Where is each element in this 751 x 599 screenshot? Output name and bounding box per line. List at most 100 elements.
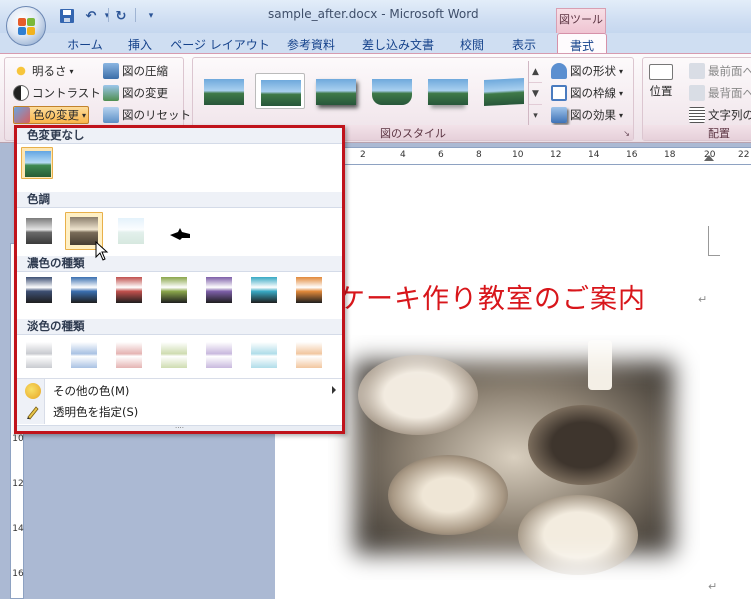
style-thumb[interactable]: [367, 73, 417, 109]
bring-front-button[interactable]: 最前面へ: [689, 62, 751, 80]
ribbon-tabs: ホーム 挿入 ページ レイアウト 参考資料 差し込み文書 校閲 表示 書式: [0, 33, 751, 53]
text-wrap-icon: [689, 107, 705, 123]
swatch-dark-4[interactable]: [158, 274, 190, 306]
swatch-light-5[interactable]: [203, 339, 235, 371]
swatch-light-2[interactable]: [68, 339, 100, 371]
tab-format[interactable]: 書式: [557, 33, 607, 53]
paragraph-mark-icon: ↵: [708, 580, 718, 593]
vruler-number: 16: [12, 569, 24, 579]
dialog-launcher-icon[interactable]: ↘: [623, 129, 630, 138]
hruler-number: 4: [400, 150, 406, 160]
office-button[interactable]: [6, 6, 46, 46]
text-wrap-button[interactable]: 文字列の: [689, 106, 751, 124]
recolor-menu: 色変更なし 色調 濃色の種類 淡色の種類 その他の色(M) 透明色を指定(S) …: [14, 125, 345, 434]
hruler-number: 16: [626, 150, 638, 160]
vruler-number: 14: [12, 524, 24, 534]
redo-icon[interactable]: ↻: [112, 7, 130, 25]
change-picture-label: 図の変更: [122, 86, 168, 100]
reset-picture-button[interactable]: 図のリセット: [103, 106, 191, 124]
gallery-down-icon[interactable]: ▼: [529, 83, 542, 105]
swatch-dark-1[interactable]: [23, 274, 55, 306]
hruler-number: 14: [588, 150, 600, 160]
set-transparent-color-item[interactable]: 透明色を指定(S): [17, 402, 342, 422]
gallery-more-icon[interactable]: ▾: [529, 105, 542, 127]
swatch-light-3[interactable]: [113, 339, 145, 371]
tab-home[interactable]: ホーム: [60, 33, 110, 53]
contrast-label: コントラスト: [32, 86, 101, 100]
shape-icon: [551, 63, 567, 79]
swatch-light-6[interactable]: [248, 339, 280, 371]
swatch-no-recolor[interactable]: [21, 147, 53, 179]
reset-picture-label: 図のリセット: [122, 108, 191, 122]
save-icon[interactable]: [58, 7, 76, 25]
swatch-dark-7[interactable]: [293, 274, 325, 306]
tab-references[interactable]: 参考資料: [278, 33, 344, 53]
swatch-dark-2[interactable]: [68, 274, 100, 306]
swatch-black-and-white[interactable]: [163, 215, 195, 247]
vruler-number: 12: [12, 479, 24, 489]
compress-pictures-button[interactable]: 図の圧縮: [103, 62, 168, 80]
indent-marker-icon[interactable]: [704, 155, 714, 161]
swatch-preview: [206, 277, 232, 303]
tab-page-layout[interactable]: ページ レイアウト: [170, 33, 270, 53]
position-icon: [649, 64, 673, 80]
swatch-light-4[interactable]: [158, 339, 190, 371]
arrange-group-label: 配置: [643, 125, 751, 140]
position-button[interactable]: 位置: [649, 64, 673, 114]
set-transparent-label: 透明色を指定(S): [53, 405, 139, 419]
gallery-up-icon[interactable]: ▲: [529, 61, 542, 83]
picture-shape-button[interactable]: 図の形状 ▾: [551, 62, 623, 80]
menu-resize-grip[interactable]: ····: [17, 425, 342, 432]
style-thumb[interactable]: [311, 73, 361, 109]
submenu-arrow-icon: [332, 386, 336, 394]
swatch-preview: [71, 342, 97, 368]
photo-vignette: [328, 335, 700, 580]
document-heading[interactable]: ケーキ作り教室のご案内: [338, 277, 646, 316]
recolor-label: 色の変更: [33, 108, 79, 122]
swatch-preview: [296, 342, 322, 368]
gallery-scroll[interactable]: ▲ ▼ ▾: [528, 61, 542, 127]
hruler-number: 18: [664, 150, 676, 160]
swatch-preview: [251, 342, 277, 368]
more-colors-item[interactable]: その他の色(M): [17, 381, 342, 401]
section-light-variations: 淡色の種類: [17, 319, 342, 335]
compress-label: 図の圧縮: [122, 64, 168, 78]
swatch-dark-6[interactable]: [248, 274, 280, 306]
tab-view[interactable]: 表示: [502, 33, 546, 53]
swatch-dark-3[interactable]: [113, 274, 145, 306]
transparent-pen-icon: [25, 404, 41, 420]
more-colors-label: その他の色(M): [53, 384, 130, 398]
style-thumb[interactable]: [479, 73, 529, 109]
tab-insert[interactable]: 挿入: [118, 33, 162, 53]
swatch-washout[interactable]: [115, 215, 147, 247]
swatch-grayscale[interactable]: [23, 215, 55, 247]
customize-qa-icon[interactable]: ▾: [142, 7, 160, 25]
swatch-dark-5[interactable]: [203, 274, 235, 306]
style-thumb[interactable]: [255, 73, 305, 109]
office-logo-icon: [18, 18, 36, 36]
swatch-light-1[interactable]: [23, 339, 55, 371]
cake-photo[interactable]: [328, 335, 700, 580]
recolor-button[interactable]: 色の変更 ▾: [13, 106, 90, 124]
swatch-preview: [161, 342, 187, 368]
send-back-button[interactable]: 最背面へ: [689, 84, 751, 102]
contrast-icon: [13, 85, 29, 101]
picture-effects-button[interactable]: 図の効果 ▾: [551, 106, 623, 124]
brightness-button[interactable]: 明るさ ▾: [13, 62, 74, 80]
swatch-preview: [251, 277, 277, 303]
title-bar: ↶ ▾ ↻ ▾ sample_after.docx - Microsoft Wo…: [0, 0, 751, 34]
tab-review[interactable]: 校閲: [452, 33, 492, 53]
swatch-preview: [296, 277, 322, 303]
swatch-preview: [116, 342, 142, 368]
menu-separator: [17, 378, 342, 379]
position-label: 位置: [649, 84, 673, 98]
swatch-light-7[interactable]: [293, 339, 325, 371]
style-thumb[interactable]: [199, 73, 249, 109]
style-thumb[interactable]: [423, 73, 473, 109]
window-title: sample_after.docx - Microsoft Word: [268, 7, 479, 21]
tab-mailings[interactable]: 差し込み文書: [352, 33, 444, 53]
change-picture-button[interactable]: 図の変更: [103, 84, 168, 102]
picture-border-button[interactable]: 図の枠線 ▾: [551, 84, 623, 102]
change-picture-icon: [103, 85, 119, 101]
contrast-button[interactable]: コントラスト ▾: [13, 84, 108, 102]
